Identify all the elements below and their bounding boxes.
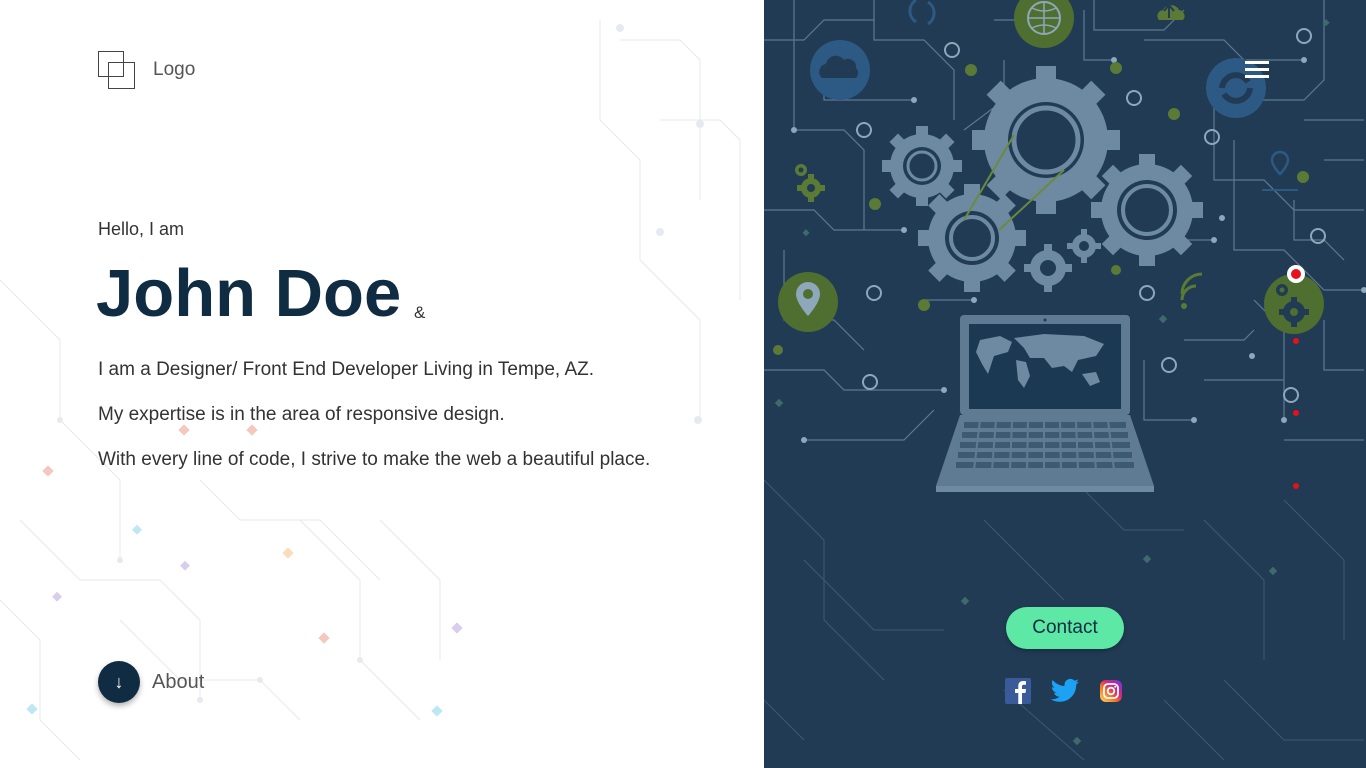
section-indicator-active[interactable] xyxy=(1287,265,1305,283)
hamburger-menu-icon[interactable] xyxy=(1245,61,1271,79)
bio-line-2: My expertise is in the area of responsiv… xyxy=(98,404,505,425)
logo-squares-icon xyxy=(98,51,136,89)
greeting-text: Hello, I am xyxy=(98,219,185,239)
about-link[interactable]: ↓ About xyxy=(98,661,204,703)
illustration-panel: Contact xyxy=(764,0,1366,768)
hero-name: John Doe xyxy=(96,256,402,331)
bio-line-3: With every line of code, I strive to mak… xyxy=(98,449,651,470)
logo-label: Logo xyxy=(153,59,196,80)
about-label[interactable]: About xyxy=(152,671,204,694)
circuit-background-left xyxy=(0,20,741,761)
contact-button[interactable]: Contact xyxy=(1006,607,1124,649)
section-indicator-dot[interactable] xyxy=(1293,338,1299,344)
arrow-down-icon[interactable]: ↓ xyxy=(98,661,140,703)
section-indicator-dot[interactable] xyxy=(1293,483,1299,489)
section-indicator-dot[interactable] xyxy=(1293,410,1299,416)
bio-line-1: I am a Designer/ Front End Developer Liv… xyxy=(98,359,595,380)
ampersand-text: & xyxy=(414,303,426,322)
instagram-icon[interactable] xyxy=(1100,680,1122,702)
twitter-icon[interactable] xyxy=(1050,678,1080,704)
intro-panel: Logo Hello, I am John Doe & I am a Desig… xyxy=(0,0,764,768)
tech-illustration xyxy=(764,0,1366,761)
facebook-icon[interactable] xyxy=(1005,678,1031,704)
site-logo[interactable]: Logo xyxy=(98,51,195,89)
